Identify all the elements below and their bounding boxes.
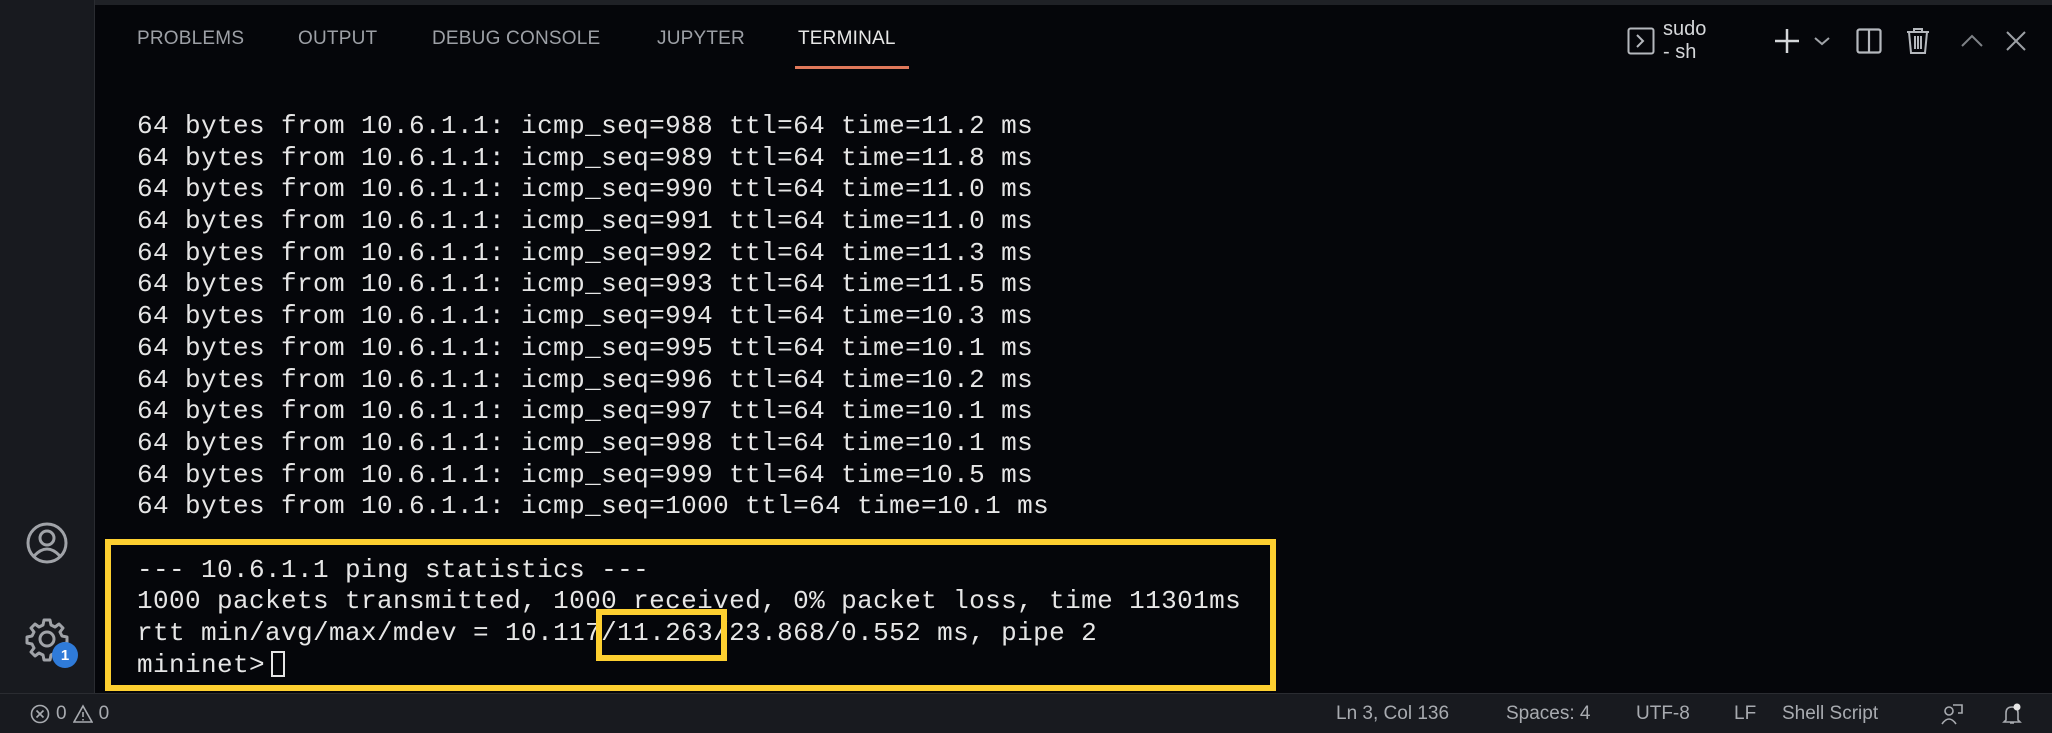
editor-panel-divider	[95, 0, 2052, 5]
terminal-line: --- 10.6.1.1 ping statistics ---	[137, 554, 650, 585]
terminal-line: rtt min/avg/max/mdev = 10.117/11.263/23.…	[137, 618, 1098, 648]
terminal-line: 64 bytes from 10.6.1.1: icmp_seq=993 ttl…	[137, 269, 1034, 300]
warning-count: 0	[98, 702, 110, 724]
feedback-icon[interactable]	[1940, 694, 1964, 733]
split-terminal-icon[interactable]	[1854, 24, 1884, 58]
terminal-instance-name[interactable]: sudo - sh	[1663, 18, 1706, 63]
language-mode[interactable]: Shell Script	[1782, 694, 1878, 733]
trash-icon[interactable]	[1904, 24, 1932, 58]
eol-setting[interactable]: LF	[1734, 694, 1756, 733]
status-bar: 0 0 Ln 3, Col 136 Spaces: 4 UTF-8 LF She…	[0, 693, 2052, 733]
account-icon[interactable]	[22, 518, 72, 568]
terminal-line: 64 bytes from 10.6.1.1: icmp_seq=988 ttl…	[137, 111, 1034, 141]
maximize-panel-chevron-up-icon[interactable]	[1958, 24, 1986, 58]
tab-problems[interactable]: PROBLEMS	[137, 28, 244, 50]
terminal-line: 64 bytes from 10.6.1.1: icmp_seq=1000 tt…	[137, 491, 1050, 522]
error-count: 0	[56, 702, 67, 724]
encoding-setting[interactable]: UTF-8	[1636, 694, 1690, 733]
terminal-line: 64 bytes from 10.6.1.1: icmp_seq=992 ttl…	[137, 237, 1034, 268]
new-terminal-plus-icon[interactable]	[1772, 24, 1802, 58]
terminal-prompt-line[interactable]: mininet>	[137, 650, 1241, 682]
terminal-prompt: mininet>	[137, 649, 266, 680]
terminal-output[interactable]: 64 bytes from 10.6.1.1: icmp_seq=988 ttl…	[137, 111, 1241, 681]
chevron-down-icon[interactable]	[1810, 24, 1834, 58]
error-icon	[30, 704, 50, 723]
active-tab-indicator	[795, 66, 909, 69]
terminal-line: 64 bytes from 10.6.1.1: icmp_seq=997 ttl…	[137, 396, 1034, 427]
terminal-line: 1000 packets transmitted, 1000 received,…	[137, 586, 1242, 617]
terminal-line: 64 bytes from 10.6.1.1: icmp_seq=998 ttl…	[137, 427, 1034, 458]
terminal-cursor	[271, 650, 286, 677]
terminal-line: 64 bytes from 10.6.1.1: icmp_seq=994 ttl…	[137, 301, 1034, 332]
indentation-setting[interactable]: Spaces: 4	[1506, 694, 1591, 733]
tab-debug-console[interactable]: DEBUG CONSOLE	[432, 28, 600, 50]
notifications-bell-icon[interactable]	[2000, 694, 2024, 733]
terminal-icon[interactable]	[1625, 24, 1657, 58]
settings-badge: 1	[52, 642, 78, 668]
terminal-line: 64 bytes from 10.6.1.1: icmp_seq=990 ttl…	[137, 174, 1034, 205]
tab-output[interactable]: OUTPUT	[298, 28, 377, 50]
tab-jupyter[interactable]: JUPYTER	[657, 28, 745, 50]
terminal-line: 64 bytes from 10.6.1.1: icmp_seq=996 ttl…	[137, 364, 1034, 395]
close-panel-icon[interactable]	[2002, 24, 2030, 58]
terminal-line: 64 bytes from 10.6.1.1: icmp_seq=991 ttl…	[137, 206, 1034, 237]
warning-icon	[72, 703, 93, 723]
tab-terminal[interactable]: TERMINAL	[798, 28, 896, 50]
terminal-line: 64 bytes from 10.6.1.1: icmp_seq=995 ttl…	[137, 332, 1034, 363]
terminal-line: 64 bytes from 10.6.1.1: icmp_seq=989 ttl…	[137, 142, 1034, 173]
terminal-line: 64 bytes from 10.6.1.1: icmp_seq=999 ttl…	[137, 459, 1034, 490]
cursor-position[interactable]: Ln 3, Col 136	[1336, 694, 1449, 733]
activity-bar	[0, 0, 95, 693]
problems-status[interactable]: 0 0	[30, 694, 109, 733]
